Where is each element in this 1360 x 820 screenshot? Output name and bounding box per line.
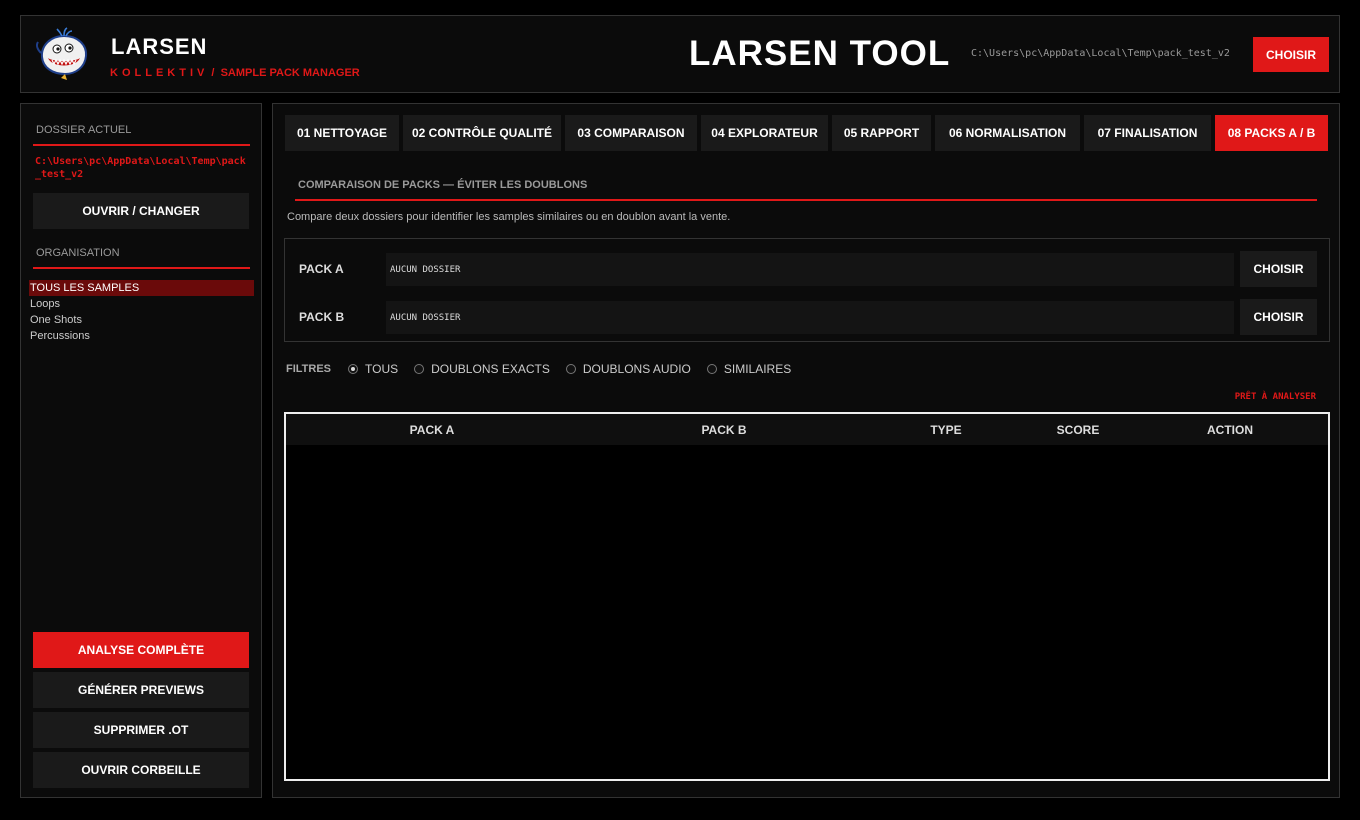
pack-b-label: PACK B bbox=[299, 310, 345, 324]
section-divider bbox=[295, 199, 1317, 201]
org-item-percussions[interactable]: Percussions bbox=[29, 328, 254, 344]
full-analysis-button[interactable]: ANALYSE COMPLÈTE bbox=[33, 632, 249, 668]
tab-finalisation[interactable]: 07 FINALISATION bbox=[1084, 115, 1211, 151]
organisation-label: ORGANISATION bbox=[36, 247, 120, 259]
filter-similar-radio[interactable]: SIMILAIRES bbox=[706, 362, 792, 376]
filter-similar-label: SIMILAIRES bbox=[723, 362, 792, 376]
analysis-status: PRÊT À ANALYSER bbox=[1234, 392, 1316, 402]
tab-explorer[interactable]: 04 EXPLORATEUR bbox=[701, 115, 828, 151]
radio-unselected-icon bbox=[706, 364, 717, 374]
pack-a-field: AUCUN DOSSIER bbox=[386, 253, 1234, 286]
header-choose-button[interactable]: CHOISIR bbox=[1253, 37, 1329, 72]
radio-unselected-icon bbox=[565, 364, 576, 374]
packs-selector: PACK A AUCUN DOSSIER CHOISIR PACK B AUCU… bbox=[284, 238, 1330, 342]
organisation-divider bbox=[33, 267, 250, 269]
pack-b-field: AUCUN DOSSIER bbox=[386, 301, 1234, 334]
brand-sub-kollektiv: KOLLEKTIV bbox=[110, 67, 209, 79]
column-action[interactable]: ACTION bbox=[1207, 423, 1253, 437]
tab-report[interactable]: 05 RAPPORT bbox=[832, 115, 931, 151]
radio-selected-icon bbox=[348, 364, 359, 374]
whale-mascot-icon bbox=[35, 27, 93, 81]
results-table: PACK A PACK B TYPE SCORE ACTION bbox=[284, 412, 1330, 781]
brand-sub-separator: / bbox=[211, 67, 215, 79]
organisation-list: TOUS LES SAMPLES Loops One Shots Percuss… bbox=[29, 280, 254, 344]
column-pack-a[interactable]: PACK A bbox=[410, 423, 455, 437]
radio-unselected-icon bbox=[414, 364, 425, 374]
main-panel: 01 NETTOYAGE 02 CONTRÔLE QUALITÉ 03 COMP… bbox=[272, 103, 1340, 798]
filter-exact-duplicates-label: DOUBLONS EXACTS bbox=[431, 362, 550, 376]
delete-ot-button[interactable]: SUPPRIMER .OT bbox=[33, 712, 249, 748]
pack-a-label: PACK A bbox=[299, 262, 344, 276]
filters-label: FILTRES bbox=[286, 363, 332, 375]
filter-audio-duplicates-label: DOUBLONS AUDIO bbox=[582, 362, 691, 376]
open-trash-button[interactable]: OUVRIR CORBEILLE bbox=[33, 752, 249, 788]
tab-quality-control[interactable]: 02 CONTRÔLE QUALITÉ bbox=[403, 115, 561, 151]
current-folder-divider bbox=[33, 144, 250, 146]
filter-audio-duplicates-radio[interactable]: DOUBLONS AUDIO bbox=[565, 362, 691, 376]
section-description: Compare deux dossiers pour identifier le… bbox=[287, 211, 731, 223]
brand-sub-manager: SAMPLE PACK MANAGER bbox=[220, 67, 360, 79]
filter-all-radio[interactable]: TOUS bbox=[348, 362, 398, 376]
column-type[interactable]: TYPE bbox=[930, 423, 961, 437]
pack-a-choose-button[interactable]: CHOISIR bbox=[1240, 251, 1317, 287]
pack-b-choose-button[interactable]: CHOISIR bbox=[1240, 299, 1317, 335]
column-pack-b[interactable]: PACK B bbox=[701, 423, 746, 437]
sidebar: DOSSIER ACTUEL C:\Users\pc\AppData\Local… bbox=[20, 103, 262, 798]
brand-subtitle: KOLLEKTIV / SAMPLE PACK MANAGER bbox=[110, 67, 360, 79]
filters-row: FILTRES TOUS DOUBLONS EXACTS DOUBLONS AU… bbox=[286, 361, 807, 377]
open-change-button[interactable]: OUVRIR / CHANGER bbox=[33, 193, 249, 229]
generate-previews-button[interactable]: GÉNÉRER PREVIEWS bbox=[33, 672, 249, 708]
results-table-header: PACK A PACK B TYPE SCORE ACTION bbox=[286, 414, 1328, 445]
org-item-all-samples[interactable]: TOUS LES SAMPLES bbox=[29, 280, 254, 296]
filter-exact-duplicates-radio[interactable]: DOUBLONS EXACTS bbox=[414, 362, 550, 376]
column-score[interactable]: SCORE bbox=[1057, 423, 1100, 437]
tab-cleanup[interactable]: 01 NETTOYAGE bbox=[285, 115, 399, 151]
brand-title: LARSEN bbox=[111, 34, 208, 59]
section-title: COMPARAISON DE PACKS — ÉVITER LES DOUBLO… bbox=[298, 179, 588, 191]
header-path: C:\Users\pc\AppData\Local\Temp\pack_test… bbox=[971, 48, 1230, 59]
current-folder-label: DOSSIER ACTUEL bbox=[36, 124, 132, 136]
tab-normalisation[interactable]: 06 NORMALISATION bbox=[935, 115, 1080, 151]
filter-all-label: TOUS bbox=[365, 362, 399, 376]
tab-comparison[interactable]: 03 COMPARAISON bbox=[565, 115, 697, 151]
tab-packs-ab[interactable]: 08 PACKS A / B bbox=[1215, 115, 1328, 151]
current-folder-path: C:\Users\pc\AppData\Local\Temp\pack_test… bbox=[35, 156, 246, 180]
header-bar: LARSEN KOLLEKTIV / SAMPLE PACK MANAGER L… bbox=[20, 15, 1340, 93]
org-item-one-shots[interactable]: One Shots bbox=[29, 312, 254, 328]
app-title: LARSEN TOOL bbox=[689, 34, 951, 73]
org-item-loops[interactable]: Loops bbox=[29, 296, 254, 312]
